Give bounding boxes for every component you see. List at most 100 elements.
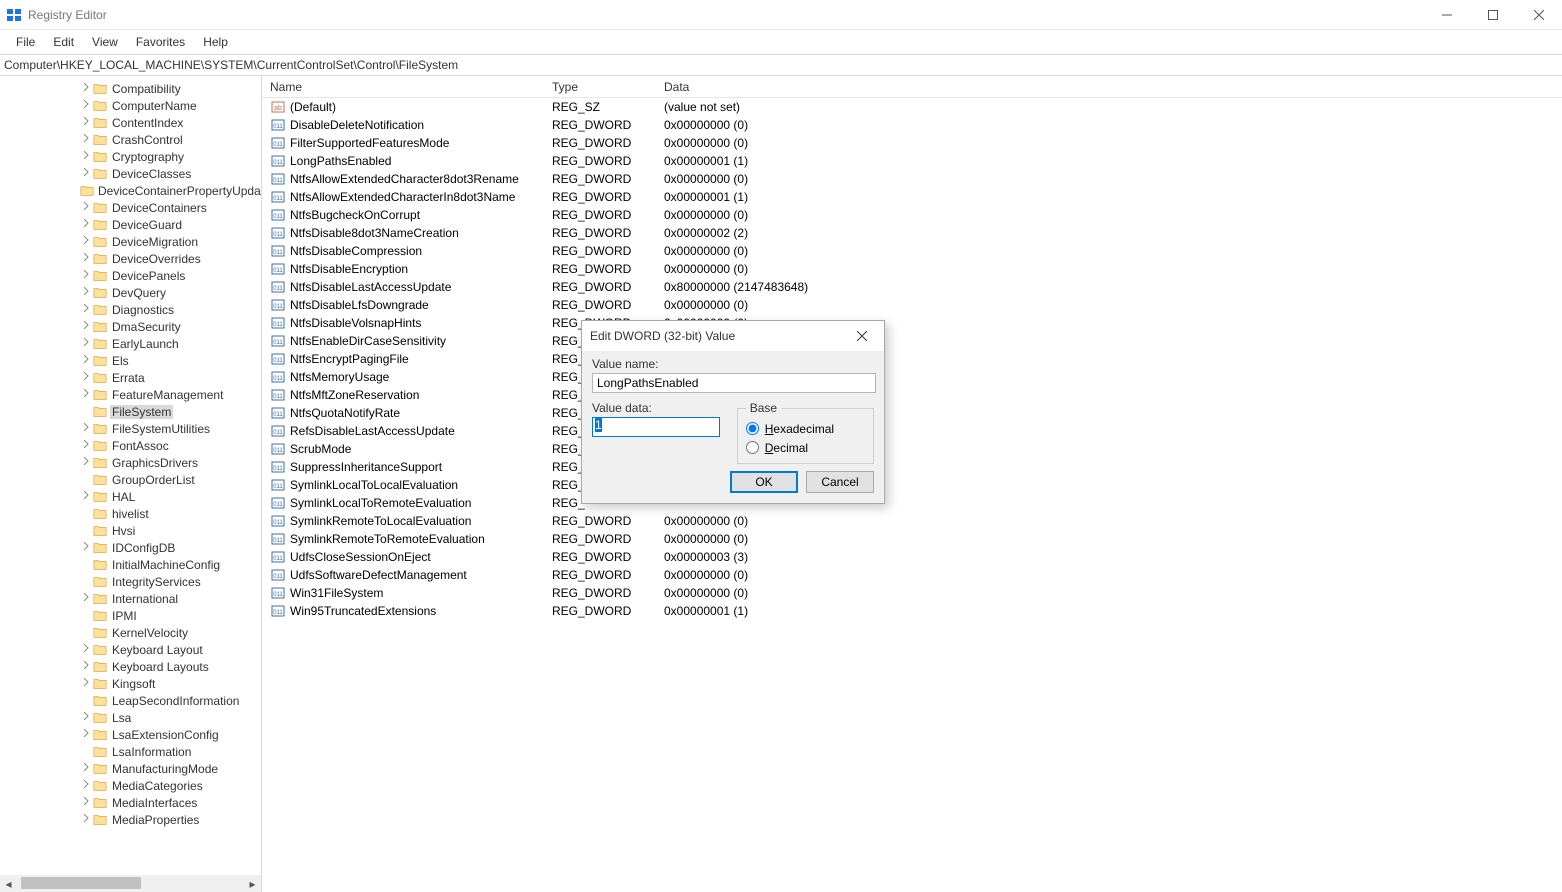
chevron-right-icon[interactable] <box>80 338 92 349</box>
value-data-input[interactable]: 1 <box>592 417 720 437</box>
scroll-right-icon[interactable]: ▸ <box>244 875 261 892</box>
chevron-right-icon[interactable] <box>80 780 92 791</box>
chevron-right-icon[interactable] <box>80 117 92 128</box>
list-row[interactable]: 011NtfsDisable8dot3NameCreationREG_DWORD… <box>262 224 1562 242</box>
tree-item[interactable]: Hvsi <box>0 522 261 539</box>
tree-item[interactable]: FeatureManagement <box>0 386 261 403</box>
tree-item[interactable]: EarlyLaunch <box>0 335 261 352</box>
tree-item[interactable]: DeviceContainerPropertyUpdateEvents <box>0 182 261 199</box>
tree-item[interactable]: MediaCategories <box>0 777 261 794</box>
chevron-right-icon[interactable] <box>80 270 92 281</box>
decimal-radio[interactable] <box>746 441 759 454</box>
chevron-right-icon[interactable] <box>80 168 92 179</box>
tree-item[interactable]: ComputerName <box>0 97 261 114</box>
tree-item[interactable]: DevQuery <box>0 284 261 301</box>
chevron-right-icon[interactable] <box>80 151 92 162</box>
tree-item[interactable]: FileSystemUtilities <box>0 420 261 437</box>
tree-item[interactable]: IPMI <box>0 607 261 624</box>
list-row[interactable]: 011ScrubModeREG_ <box>262 440 1562 458</box>
chevron-right-icon[interactable] <box>80 372 92 383</box>
chevron-right-icon[interactable] <box>80 219 92 230</box>
tree-item[interactable]: MediaInterfaces <box>0 794 261 811</box>
value-name-input[interactable] <box>592 373 876 393</box>
tree-item[interactable]: International <box>0 590 261 607</box>
list-row[interactable]: 011NtfsDisableEncryptionREG_DWORD0x00000… <box>262 260 1562 278</box>
chevron-right-icon[interactable] <box>80 491 92 502</box>
chevron-right-icon[interactable] <box>80 83 92 94</box>
chevron-right-icon[interactable] <box>80 134 92 145</box>
close-button[interactable] <box>1516 0 1562 30</box>
chevron-right-icon[interactable] <box>80 236 92 247</box>
tree-item[interactable]: Els <box>0 352 261 369</box>
tree-horizontal-scrollbar[interactable]: ◂ ▸ <box>0 875 261 892</box>
tree-item[interactable]: DeviceClasses <box>0 165 261 182</box>
tree-item[interactable]: FileSystem <box>0 403 261 420</box>
menu-file[interactable]: File <box>8 32 43 52</box>
tree-item[interactable]: LsaExtensionConfig <box>0 726 261 743</box>
tree-item[interactable]: DeviceContainers <box>0 199 261 216</box>
minimize-button[interactable] <box>1424 0 1470 30</box>
chevron-right-icon[interactable] <box>80 593 92 604</box>
list-row[interactable]: 011NtfsBugcheckOnCorruptREG_DWORD0x00000… <box>262 206 1562 224</box>
tree-item[interactable]: IntegrityServices <box>0 573 261 590</box>
chevron-right-icon[interactable] <box>80 389 92 400</box>
chevron-right-icon[interactable] <box>80 321 92 332</box>
list-row[interactable]: 011NtfsDisableVolsnapHintsREG_DWORD0x000… <box>262 314 1562 332</box>
list-row[interactable]: 011NtfsDisableLfsDowngradeREG_DWORD0x000… <box>262 296 1562 314</box>
tree-item[interactable]: Keyboard Layout <box>0 641 261 658</box>
tree-item[interactable]: Errata <box>0 369 261 386</box>
dialog-close-button[interactable] <box>840 321 884 351</box>
scroll-left-icon[interactable]: ◂ <box>0 875 17 892</box>
list-row[interactable]: 011SuppressInheritanceSupportREG_ <box>262 458 1562 476</box>
list-row[interactable]: 011NtfsEncryptPagingFileREG_ <box>262 350 1562 368</box>
list-row[interactable]: 011SymlinkLocalToRemoteEvaluationREG_ <box>262 494 1562 512</box>
chevron-right-icon[interactable] <box>80 440 92 451</box>
list-row[interactable]: 011NtfsMftZoneReservationREG_ <box>262 386 1562 404</box>
tree-item[interactable]: DeviceOverrides <box>0 250 261 267</box>
list-row[interactable]: 011NtfsEnableDirCaseSensitivityREG_ <box>262 332 1562 350</box>
tree-item[interactable]: DevicePanels <box>0 267 261 284</box>
tree-item[interactable]: GraphicsDrivers <box>0 454 261 471</box>
tree-item[interactable]: InitialMachineConfig <box>0 556 261 573</box>
chevron-right-icon[interactable] <box>80 100 92 111</box>
list-row[interactable]: 011SymlinkRemoteToLocalEvaluationREG_DWO… <box>262 512 1562 530</box>
chevron-right-icon[interactable] <box>80 253 92 264</box>
tree-item[interactable]: LeapSecondInformation <box>0 692 261 709</box>
chevron-right-icon[interactable] <box>80 661 92 672</box>
tree-item[interactable]: Lsa <box>0 709 261 726</box>
tree-item[interactable]: Cryptography <box>0 148 261 165</box>
list-row[interactable]: 011NtfsMemoryUsageREG_ <box>262 368 1562 386</box>
tree-item[interactable]: Diagnostics <box>0 301 261 318</box>
chevron-right-icon[interactable] <box>80 644 92 655</box>
list-row[interactable]: 011UdfsCloseSessionOnEjectREG_DWORD0x000… <box>262 548 1562 566</box>
list-row[interactable]: 011NtfsDisableCompressionREG_DWORD0x0000… <box>262 242 1562 260</box>
list-row[interactable]: 011DisableDeleteNotificationREG_DWORD0x0… <box>262 116 1562 134</box>
tree-item[interactable]: FontAssoc <box>0 437 261 454</box>
tree-item[interactable]: LsaInformation <box>0 743 261 760</box>
maximize-button[interactable] <box>1470 0 1516 30</box>
tree-item[interactable]: MediaProperties <box>0 811 261 828</box>
list-row[interactable]: ab(Default)REG_SZ(value not set) <box>262 98 1562 116</box>
chevron-right-icon[interactable] <box>80 797 92 808</box>
column-header-type[interactable]: Type <box>544 80 656 94</box>
list-row[interactable]: 011LongPathsEnabledREG_DWORD0x00000001 (… <box>262 152 1562 170</box>
chevron-right-icon[interactable] <box>80 423 92 434</box>
chevron-right-icon[interactable] <box>80 287 92 298</box>
tree-item[interactable]: GroupOrderList <box>0 471 261 488</box>
tree-item[interactable]: IDConfigDB <box>0 539 261 556</box>
list-row[interactable]: 011UdfsSoftwareDefectManagementREG_DWORD… <box>262 566 1562 584</box>
chevron-right-icon[interactable] <box>80 457 92 468</box>
chevron-right-icon[interactable] <box>80 729 92 740</box>
column-header-name[interactable]: Name <box>262 80 544 94</box>
list-row[interactable]: 011SymlinkLocalToLocalEvaluationREG_ <box>262 476 1562 494</box>
tree-item[interactable]: DmaSecurity <box>0 318 261 335</box>
tree-item[interactable]: DeviceMigration <box>0 233 261 250</box>
list-row[interactable]: 011NtfsAllowExtendedCharacter8dot3Rename… <box>262 170 1562 188</box>
list-row[interactable]: 011NtfsQuotaNotifyRateREG_ <box>262 404 1562 422</box>
tree-item[interactable]: Kingsoft <box>0 675 261 692</box>
chevron-right-icon[interactable] <box>80 202 92 213</box>
hexadecimal-radio[interactable] <box>746 422 759 435</box>
tree-item[interactable]: Keyboard Layouts <box>0 658 261 675</box>
address-bar[interactable]: Computer\HKEY_LOCAL_MACHINE\SYSTEM\Curre… <box>0 54 1562 76</box>
tree-item[interactable]: KernelVelocity <box>0 624 261 641</box>
